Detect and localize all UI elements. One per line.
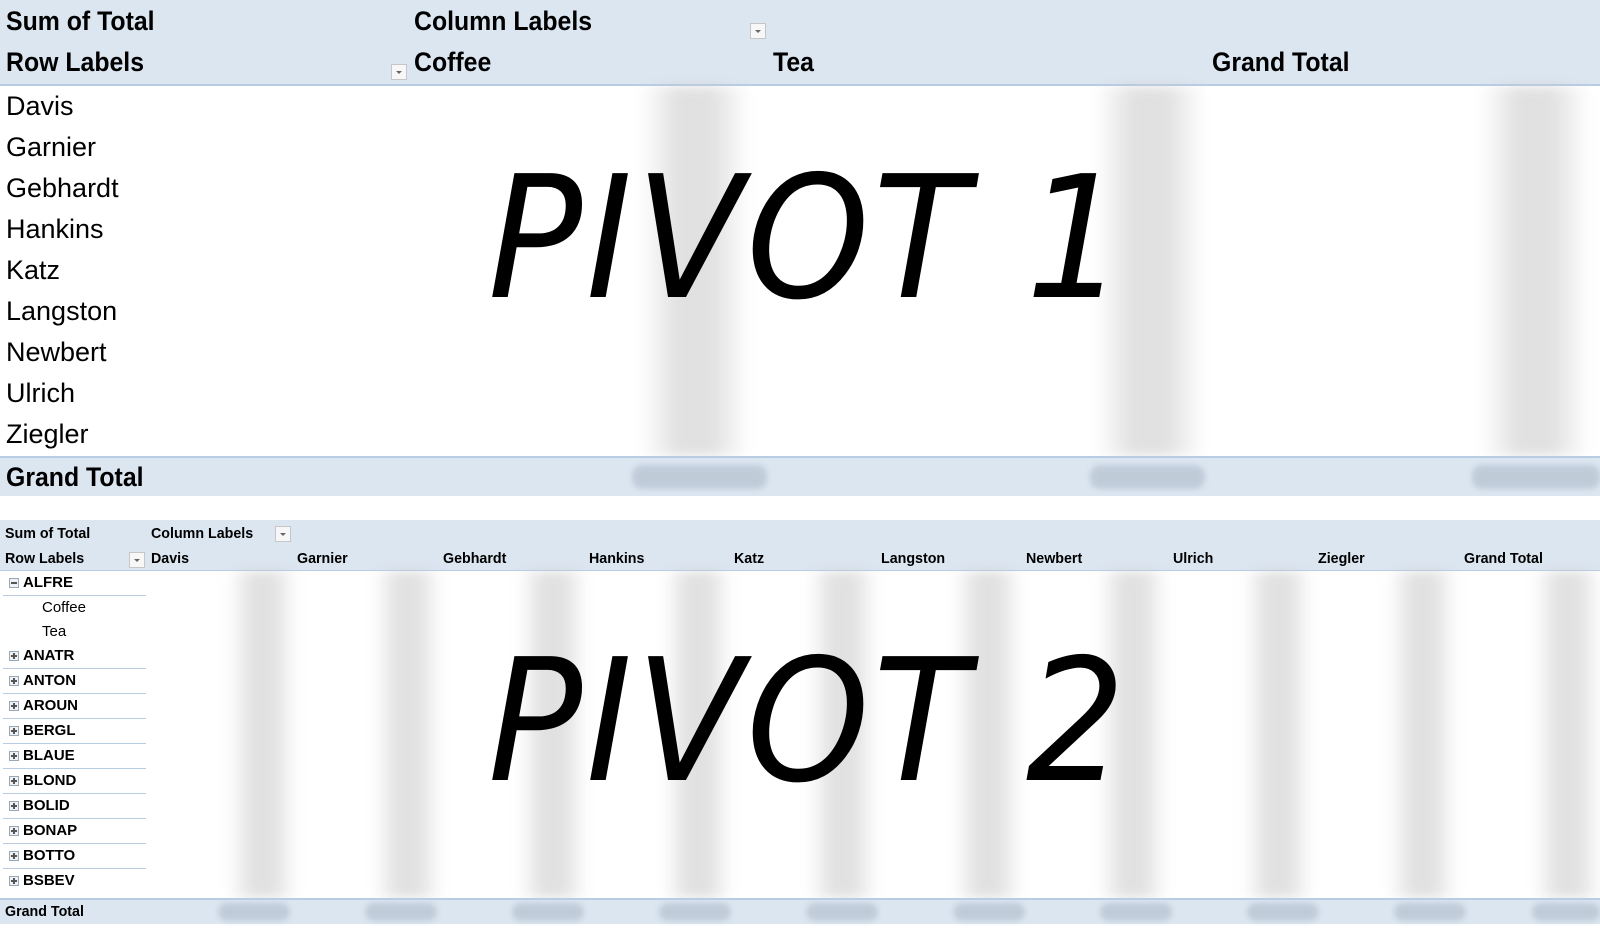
expand-icon[interactable] — [9, 776, 19, 786]
pivot2-obscured-total — [1532, 903, 1600, 921]
pivot2-col-header: Langston — [881, 550, 946, 567]
pivot2-row-label: ANATR — [23, 647, 75, 664]
pivot1-row-label: Katz — [6, 255, 61, 285]
pivot2-row-label: BOTTO — [23, 847, 76, 864]
pivot2-column-labels-dropdown[interactable] — [275, 526, 291, 542]
pivot2-col-header: Gebhardt — [443, 550, 507, 567]
pivot1-row-label: Ulrich — [6, 378, 76, 408]
pivot1-obscured-total-grand — [1472, 465, 1600, 489]
pivot2-row-labels-dropdown[interactable] — [129, 552, 145, 568]
pivot2-row-group[interactable]: ALFRE — [3, 571, 146, 596]
pivot2-row-group[interactable]: BSBEV — [3, 869, 146, 893]
pivot2-obscured-total — [806, 903, 878, 921]
pivot2-col-header: Ziegler — [1318, 550, 1365, 567]
pivot1-row-label: Davis — [6, 91, 74, 121]
pivot1-col-header-coffee: Coffee — [414, 47, 492, 77]
pivot2-obscured-values — [1243, 571, 1313, 898]
pivot2-row-child: Tea — [3, 620, 146, 644]
pivot2-overlay-label: PIVOT 2 — [488, 623, 1130, 821]
pivot2-grand-total-row: Grand Total — [0, 898, 1600, 924]
expand-icon[interactable] — [9, 726, 19, 736]
pivot1-row-label: Newbert — [6, 337, 107, 367]
pivot1-column-labels-dropdown[interactable] — [750, 23, 766, 39]
pivot2-row-child-label: Tea — [42, 623, 67, 640]
pivot1-obscured-total-tea — [1090, 465, 1205, 489]
expand-icon[interactable] — [9, 826, 19, 836]
pivot1-grand-total-label: Grand Total — [6, 462, 144, 492]
pivot2-row-label: BONAP — [23, 822, 78, 839]
pivot1-value-field-label: Sum of Total — [6, 6, 155, 36]
pivot1-row-label: Garnier — [6, 132, 97, 162]
pivot2-row-label: ALFRE — [23, 574, 73, 591]
pivot2-row-group[interactable]: BERGL — [3, 719, 146, 744]
pivot2-obscured-values — [373, 571, 443, 898]
expand-icon[interactable] — [9, 651, 19, 661]
expand-icon[interactable] — [9, 876, 19, 886]
pivot2-row-labels-header: Row Labels — [5, 550, 85, 567]
pivot2-col-header: Newbert — [1026, 550, 1083, 567]
pivot1-row-label: Ziegler — [6, 419, 89, 449]
pivot2-row-group[interactable]: BLAUE — [3, 744, 146, 769]
pivot1-col-header-tea: Tea — [773, 47, 814, 77]
expand-icon[interactable] — [9, 801, 19, 811]
pivot2-row-label: AROUN — [23, 697, 78, 714]
pivot2-row-label: BLAUE — [23, 747, 75, 764]
pivot2-col-header: Ulrich — [1173, 550, 1214, 567]
pivot2-col-header: Katz — [734, 550, 765, 567]
pivot-table-2: Sum of Total Column Labels Row Labels Da… — [0, 508, 1600, 936]
pivot2-col-header: Hankins — [589, 550, 645, 567]
pivot2-row-label: BERGL — [23, 722, 76, 739]
pivot2-row-label: ANTON — [23, 672, 77, 689]
pivot2-obscured-total — [218, 903, 290, 921]
pivot2-row-group[interactable]: BOTTO — [3, 844, 146, 869]
pivot2-row-label: BOLID — [23, 797, 70, 814]
pivot2-obscured-total — [659, 903, 731, 921]
pivot2-obscured-total — [512, 903, 584, 921]
pivot2-row-group[interactable]: BONAP — [3, 819, 146, 844]
expand-icon[interactable] — [9, 701, 19, 711]
pivot1-overlay-label: PIVOT 1 — [488, 140, 1130, 338]
pivot1-grand-total-row: Grand Total — [0, 456, 1600, 496]
pivot2-row-label: BSBEV — [23, 872, 75, 889]
pivot2-obscured-values — [1388, 571, 1458, 898]
expand-icon[interactable] — [9, 676, 19, 686]
pivot2-obscured-total — [953, 903, 1025, 921]
pivot2-row-child-label: Coffee — [42, 599, 86, 616]
pivot2-col-header: Davis — [151, 550, 190, 567]
pivot2-obscured-total — [365, 903, 437, 921]
pivot-table-1: Sum of Total Column Labels Row Labels Co… — [0, 0, 1600, 496]
pivot2-obscured-values — [228, 571, 298, 898]
pivot2-obscured-total — [1100, 903, 1172, 921]
pivot2-obscured-values — [1533, 571, 1600, 898]
pivot2-obscured-total — [1394, 903, 1466, 921]
expand-icon[interactable] — [9, 851, 19, 861]
pivot1-col-header-grand-total: Grand Total — [1212, 47, 1350, 77]
pivot2-header: Sum of Total Column Labels Row Labels Da… — [0, 520, 1600, 571]
pivot2-row-group[interactable]: AROUN — [3, 694, 146, 719]
pivot2-col-header-grand-total: Grand Total — [1464, 550, 1543, 567]
pivot1-row-label: Hankins — [6, 214, 104, 244]
pivot2-row-child: Coffee — [3, 596, 146, 620]
pivot1-row-labels-header: Row Labels — [6, 47, 145, 77]
pivot1-header: Sum of Total Column Labels Row Labels Co… — [0, 0, 1600, 86]
pivot2-row-group[interactable]: BLOND — [3, 769, 146, 794]
pivot1-row-labels-dropdown[interactable] — [391, 64, 407, 80]
pivot2-obscured-total — [1247, 903, 1319, 921]
pivot2-col-header: Garnier — [297, 550, 348, 567]
pivot1-obscured-values-grand-total — [1480, 86, 1590, 456]
pivot2-value-field-label: Sum of Total — [5, 525, 91, 542]
pivot2-row-group[interactable]: ANTON — [3, 669, 146, 694]
pivot1-column-labels-header: Column Labels — [414, 6, 593, 36]
pivot2-row-labels: ALFRE Coffee Tea ANATR ANTON AROUN BERGL… — [0, 571, 148, 893]
pivot1-obscured-total-coffee — [632, 465, 767, 489]
pivot1-row-label: Gebhardt — [6, 173, 119, 203]
pivot2-grand-total-label: Grand Total — [5, 903, 84, 920]
pivot2-row-group[interactable]: ANATR — [3, 644, 146, 669]
collapse-icon[interactable] — [9, 578, 19, 588]
pivot1-row-label: Langston — [6, 296, 118, 326]
pivot2-column-labels-header: Column Labels — [151, 525, 254, 542]
expand-icon[interactable] — [9, 751, 19, 761]
pivot2-row-group[interactable]: BOLID — [3, 794, 146, 819]
pivot2-row-label: BLOND — [23, 772, 77, 789]
